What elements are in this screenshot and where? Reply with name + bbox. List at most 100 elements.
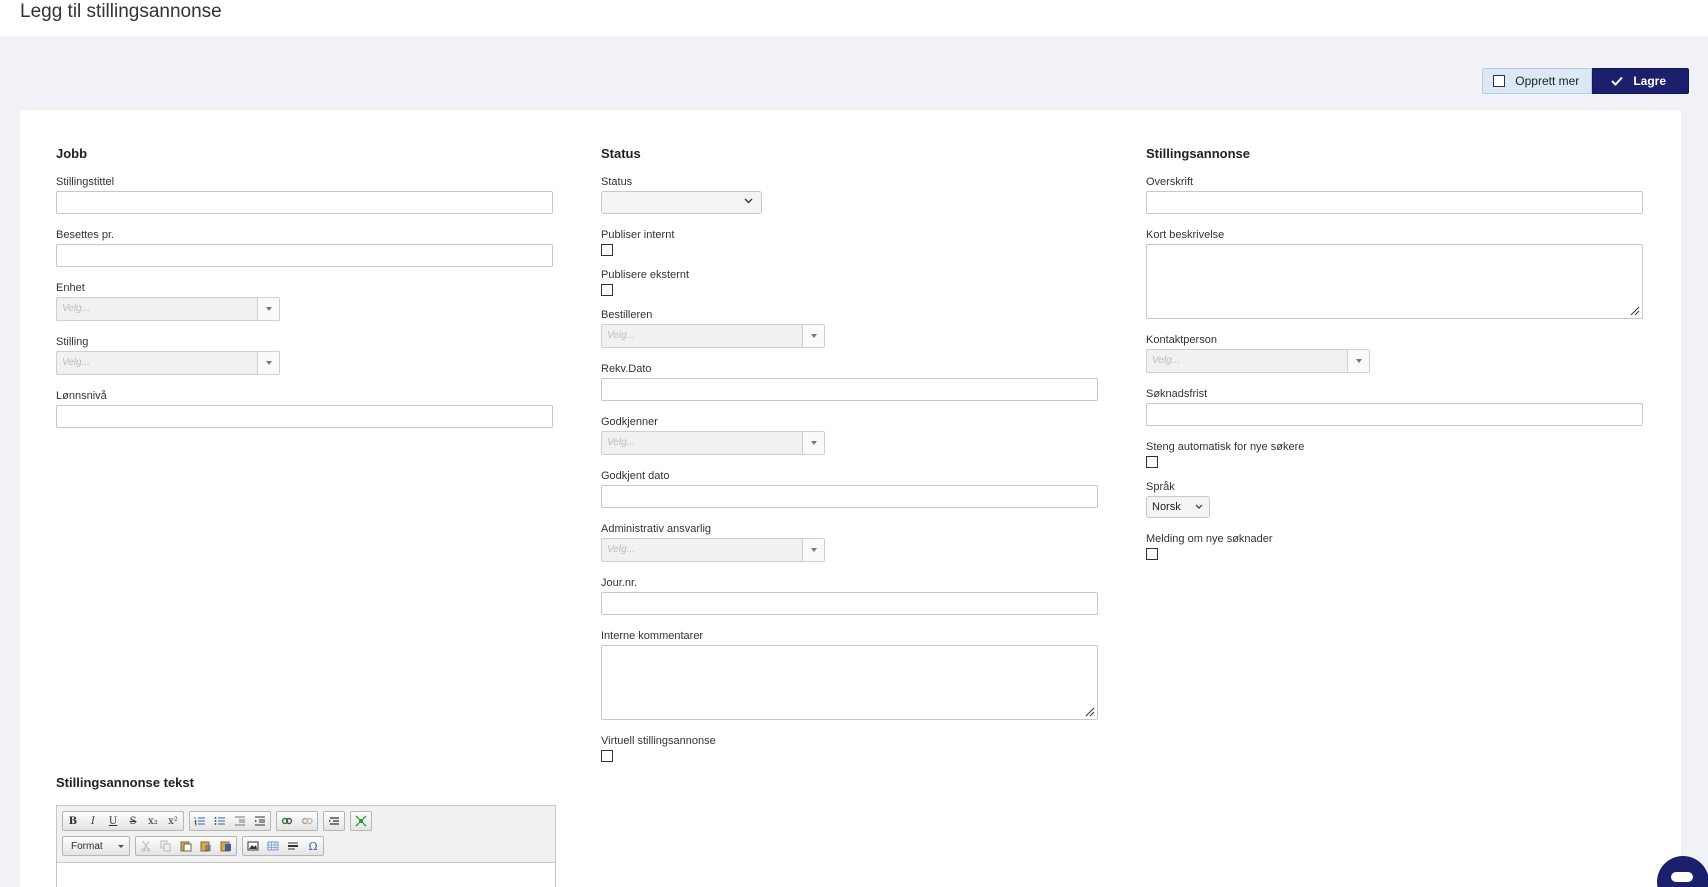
bulleted-list-icon[interactable]	[210, 812, 230, 830]
anchor-group	[323, 811, 345, 831]
format-dropdown[interactable]: Format	[62, 836, 130, 856]
italic-icon[interactable]: I	[83, 812, 103, 830]
soknadsfrist-label: Søknadsfrist	[1146, 388, 1208, 400]
jobb-heading: Jobb	[56, 146, 88, 161]
stilling-select[interactable]: Velg...	[56, 351, 280, 375]
enhet-label: Enhet	[56, 282, 85, 294]
rekv-dato-label: Rekv.Dato	[601, 363, 652, 375]
status-heading: Status	[601, 146, 641, 161]
list-indent-group	[189, 811, 271, 831]
stilling-placeholder: Velg...	[62, 357, 90, 368]
editor-content-area[interactable]	[57, 862, 555, 887]
strikethrough-icon[interactable]: S	[123, 812, 143, 830]
top-bar: Legg til stillingsannonse	[0, 0, 1708, 36]
maximize-icon[interactable]	[351, 812, 371, 830]
save-button-label: Lagre	[1633, 74, 1666, 88]
horizontal-rule-icon[interactable]	[283, 837, 303, 855]
create-more-toggle[interactable]: Opprett mer	[1482, 68, 1593, 94]
dropdown-arrow-icon[interactable]	[257, 298, 279, 320]
create-more-checkbox[interactable]	[1493, 75, 1506, 87]
virtuell-checkbox[interactable]	[601, 750, 613, 762]
kontaktperson-label: Kontaktperson	[1146, 334, 1217, 346]
numbered-list-icon[interactable]	[190, 812, 210, 830]
besettes-label: Besettes pr.	[56, 229, 115, 241]
godkjent-dato-input[interactable]	[601, 485, 1098, 508]
kontaktperson-select[interactable]: Velg...	[1146, 349, 1370, 373]
resize-grip-icon[interactable]	[1085, 707, 1095, 717]
bestilleren-select[interactable]: Velg...	[601, 324, 825, 348]
link-group	[276, 811, 318, 831]
text-style-group: B I U S x₂ x²	[62, 811, 184, 831]
annonse-heading: Stillingsannonse	[1146, 146, 1251, 161]
stillingstittel-input[interactable]	[56, 191, 553, 214]
create-more-label: Opprett mer	[1515, 74, 1580, 88]
virtuell-label: Virtuell stillingsannonse	[601, 735, 716, 747]
tekst-section: Stillingsannonse tekst B I U S x₂ x² For…	[56, 775, 556, 887]
publiser-internt-label: Publiser internt	[601, 229, 675, 241]
indent-icon[interactable]	[250, 812, 270, 830]
sprak-label: Språk	[1146, 481, 1175, 493]
kort-beskrivelse-textarea[interactable]	[1146, 244, 1643, 319]
paste-icon[interactable]	[176, 837, 196, 855]
publiser-internt-checkbox[interactable]	[601, 244, 613, 256]
godkjenner-label: Godkjenner	[601, 416, 658, 428]
underline-icon[interactable]: U	[103, 812, 123, 830]
unlink-icon[interactable]	[297, 812, 317, 830]
subscript-icon[interactable]: x₂	[143, 812, 163, 830]
besettes-input[interactable]	[56, 244, 553, 267]
journr-label: Jour.nr.	[601, 577, 638, 589]
form-card: Jobb Stillingstittel Besettes pr. Enhet …	[20, 110, 1681, 887]
dropdown-arrow-icon[interactable]	[257, 352, 279, 374]
rekv-dato-input[interactable]	[601, 378, 1098, 401]
bold-icon[interactable]: B	[63, 812, 83, 830]
form-actions: Opprett mer Lagre	[1482, 68, 1689, 94]
insert-group: Ω	[242, 836, 324, 856]
annonse-section: Stillingsannonse Overskrift Kort beskriv…	[1146, 146, 1643, 573]
table-icon[interactable]	[263, 837, 283, 855]
enhet-select[interactable]: Velg...	[56, 297, 280, 321]
page-title: Legg til stillingsannonse	[20, 1, 222, 22]
stilling-label: Stilling	[56, 336, 89, 348]
admin-ansvarlig-select[interactable]: Velg...	[601, 538, 825, 562]
outdent-icon[interactable]	[230, 812, 250, 830]
sprak-select[interactable]: Norsk	[1146, 496, 1210, 518]
resize-grip-icon[interactable]	[1630, 306, 1640, 316]
journr-input[interactable]	[601, 592, 1098, 615]
godkjenner-placeholder: Velg...	[607, 437, 635, 448]
chat-icon	[1671, 872, 1693, 882]
superscript-icon[interactable]: x²	[163, 812, 183, 830]
steng-checkbox[interactable]	[1146, 456, 1158, 468]
bestilleren-placeholder: Velg...	[607, 330, 635, 341]
special-char-icon[interactable]: Ω	[303, 837, 323, 855]
format-label: Format	[71, 841, 103, 852]
save-button[interactable]: Lagre	[1592, 68, 1689, 94]
chevron-down-icon	[744, 198, 753, 204]
dropdown-arrow-icon[interactable]	[1347, 350, 1369, 372]
dropdown-arrow-icon[interactable]	[802, 325, 824, 347]
kort-beskrivelse-label: Kort beskrivelse	[1146, 229, 1225, 241]
rich-text-editor: B I U S x₂ x² Format Ω	[56, 805, 556, 887]
copy-icon[interactable]	[156, 837, 176, 855]
steng-label: Steng automatisk for nye søkere	[1146, 441, 1305, 453]
publisere-eksternt-label: Publisere eksternt	[601, 269, 690, 281]
publisere-eksternt-checkbox[interactable]	[601, 284, 613, 296]
melding-checkbox[interactable]	[1146, 548, 1158, 560]
link-icon[interactable]	[277, 812, 297, 830]
cut-icon[interactable]	[136, 837, 156, 855]
anchor-icon[interactable]	[324, 812, 344, 830]
godkjenner-select[interactable]: Velg...	[601, 431, 825, 455]
dropdown-arrow-icon[interactable]	[802, 539, 824, 561]
kontaktperson-placeholder: Velg...	[1152, 355, 1180, 366]
image-icon[interactable]	[243, 837, 263, 855]
overskrift-input[interactable]	[1146, 191, 1643, 214]
dropdown-arrow-icon[interactable]	[802, 432, 824, 454]
soknadsfrist-input[interactable]	[1146, 403, 1643, 426]
melding-label: Melding om nye søknader	[1146, 533, 1273, 545]
editor-toolbar-row-1: B I U S x₂ x²	[57, 806, 555, 831]
paste-word-icon[interactable]	[216, 837, 236, 855]
lonnsniva-input[interactable]	[56, 405, 553, 428]
paste-text-icon[interactable]	[196, 837, 216, 855]
interne-kommentarer-textarea[interactable]	[601, 645, 1098, 720]
sprak-value: Norsk	[1152, 501, 1181, 513]
status-select[interactable]	[601, 191, 762, 214]
